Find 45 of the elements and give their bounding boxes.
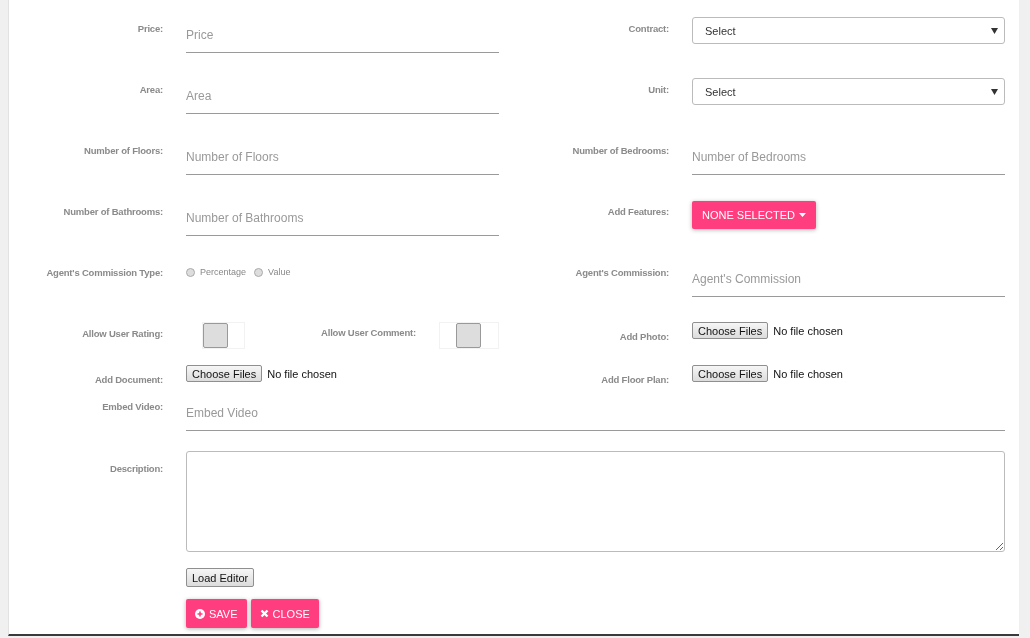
input-field[interactable]: Embed Video [186,396,1005,431]
input-field[interactable]: Area [186,79,499,114]
close-icon [259,609,269,618]
field-label: Description: [108,463,163,474]
input-field[interactable]: Number of Floors [186,140,499,175]
field-label: Add Photo: [618,331,669,342]
load-editor-button[interactable]: Load Editor [186,568,255,587]
caret-icon [991,27,998,34]
field-label: Number of Bathrooms: [62,206,163,217]
field-label: Allow User Comment: [320,327,416,338]
input-field[interactable]: Agent's Commission [692,262,1005,297]
field-label: Add Features: [606,206,669,217]
toggle-switch[interactable] [202,322,245,349]
field-label: Area: [138,84,163,95]
field-label: Number of Floors: [83,145,163,156]
file-status: No file chosen [773,367,843,380]
radio-label: Percentage [200,267,247,277]
file-status: No file chosen [267,367,337,380]
input-field[interactable]: Number of Bathrooms [186,201,499,236]
radio-button[interactable] [254,267,264,277]
field-label: Allow User Rating: [81,328,163,339]
choose-files-button[interactable]: Choose Files [186,365,263,382]
choose-files-button[interactable]: Choose Files [692,365,769,382]
field-label: Agent's Commission Type: [45,267,163,278]
select-dropdown[interactable]: Select [692,78,1005,105]
radio-label: Value [268,267,291,277]
field-label: Number of Bedrooms: [571,145,669,156]
field-label: Add Document: [93,374,163,385]
radio-button[interactable] [186,267,195,277]
input-field[interactable]: Number of Bedrooms [692,140,1005,175]
caret-icon [798,213,806,217]
choose-files-button[interactable]: Choose Files [692,322,769,339]
toggle-switch[interactable] [439,322,499,349]
field-label: Contract: [627,23,669,34]
input-field[interactable]: Price [186,18,499,53]
caret-icon [991,88,998,95]
select-dropdown[interactable]: Select [692,17,1005,44]
field-label: Agent's Commission: [574,267,669,278]
field-label: Add Floor Plan: [600,374,669,385]
field-label: Unit: [647,84,669,95]
field-label: Embed Video: [101,401,163,412]
plus-circle-icon [195,608,205,619]
field-label: Price: [136,23,163,34]
description-textarea[interactable] [186,451,1005,552]
file-status: No file chosen [773,324,843,337]
